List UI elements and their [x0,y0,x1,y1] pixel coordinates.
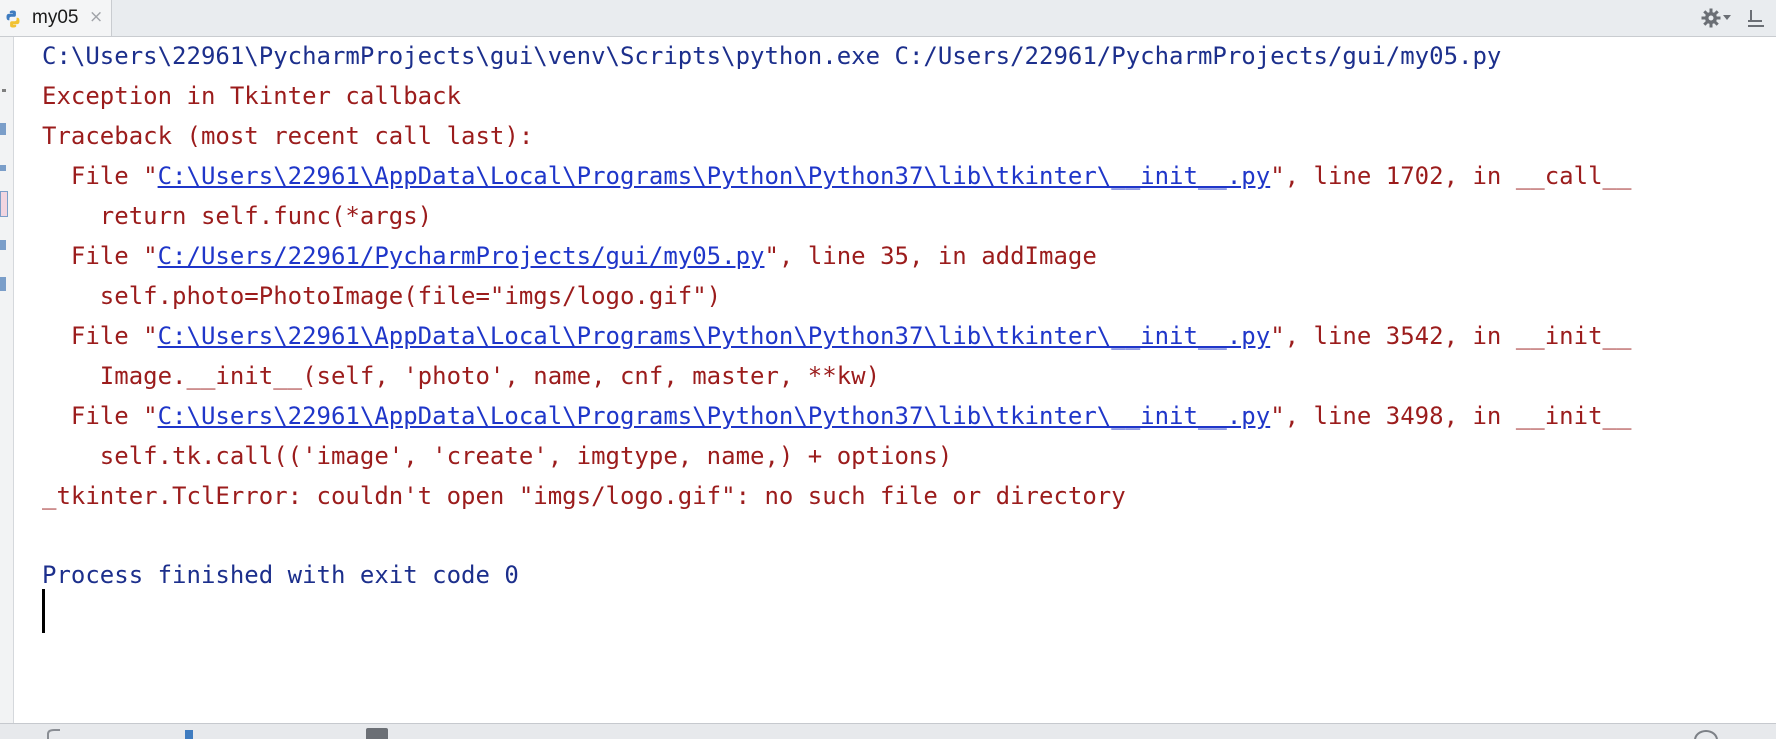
run-tool-gutter [0,37,14,723]
frame-suffix: ", line 3498, in __init__ [1270,402,1632,430]
gutter-marker[interactable] [0,240,6,250]
frame-suffix: ", line 35, in addImage [764,242,1097,270]
traceback-frame-line: File "C:\Users\22961\AppData\Local\Progr… [42,321,1632,351]
frame-prefix: File " [42,162,158,190]
traceback-code-line: return self.func(*args) [42,202,433,230]
event-log-icon[interactable] [1694,730,1718,739]
gutter-marker[interactable] [0,191,8,217]
traceback-code-line: Image.__init__(self, 'photo', name, cnf,… [42,362,881,390]
traceback-code-line: self.tk.call(('image', 'create', imgtype… [42,442,953,470]
console-toolbar [1696,0,1776,36]
exit-message: Process finished with exit code 0 [42,561,519,589]
gutter-marker[interactable] [0,165,6,171]
text-cursor [42,589,45,633]
run-tab-bar: my05 × [0,0,1776,37]
traceback-code-line: self.photo=PhotoImage(file="imgs/logo.gi… [42,282,722,310]
close-icon[interactable]: × [89,7,103,27]
frame-suffix: ", line 3542, in __init__ [1270,322,1632,350]
file-link[interactable]: C:\Users\22961\AppData\Local\Programs\Py… [158,162,1271,190]
frame-prefix: File " [42,322,158,350]
gutter-marker[interactable] [0,123,6,135]
gear-icon[interactable] [1700,7,1722,29]
traceback-frame-line: File "C:\Users\22961\AppData\Local\Progr… [42,401,1632,431]
frame-suffix: ", line 1702, in __call__ [1270,162,1632,190]
run-console-window: my05 × C:\Users\22961\PycharmProjects\gu… [0,0,1776,739]
exception-header: Exception in Tkinter callback [42,82,462,110]
gutter-marker[interactable] [2,89,6,92]
gutter-marker[interactable] [0,277,6,291]
frame-prefix: File " [42,242,158,270]
pin-icon[interactable] [1746,8,1766,28]
python-file-icon [6,10,20,28]
frame-prefix: File " [42,402,158,430]
tool-window-icon[interactable] [46,728,68,739]
console-output[interactable]: C:\Users\22961\PycharmProjects\gui\venv\… [14,37,1776,723]
file-link[interactable]: C:\Users\22961\AppData\Local\Programs\Py… [158,402,1271,430]
error-message: _tkinter.TclError: couldn't open "imgs/l… [42,482,1126,510]
terminal-icon[interactable] [366,728,388,739]
traceback-frame-line: File "C:\Users\22961\AppData\Local\Progr… [42,161,1632,191]
tab-my05[interactable]: my05 × [0,0,112,36]
file-link[interactable]: C:\Users\22961\AppData\Local\Programs\Py… [158,322,1271,350]
traceback-frame-line: File "C:/Users/22961/PycharmProjects/gui… [42,241,1097,271]
command-line: C:\Users\22961\PycharmProjects\gui\venv\… [42,42,1502,70]
chevron-down-icon[interactable] [1723,15,1731,20]
traceback-header: Traceback (most recent call last): [42,122,534,150]
file-link[interactable]: C:/Users/22961/PycharmProjects/gui/my05.… [158,242,765,270]
tab-label: my05 [32,7,79,28]
python-console-icon[interactable] [182,728,196,739]
bottom-tool-strip [0,723,1776,739]
